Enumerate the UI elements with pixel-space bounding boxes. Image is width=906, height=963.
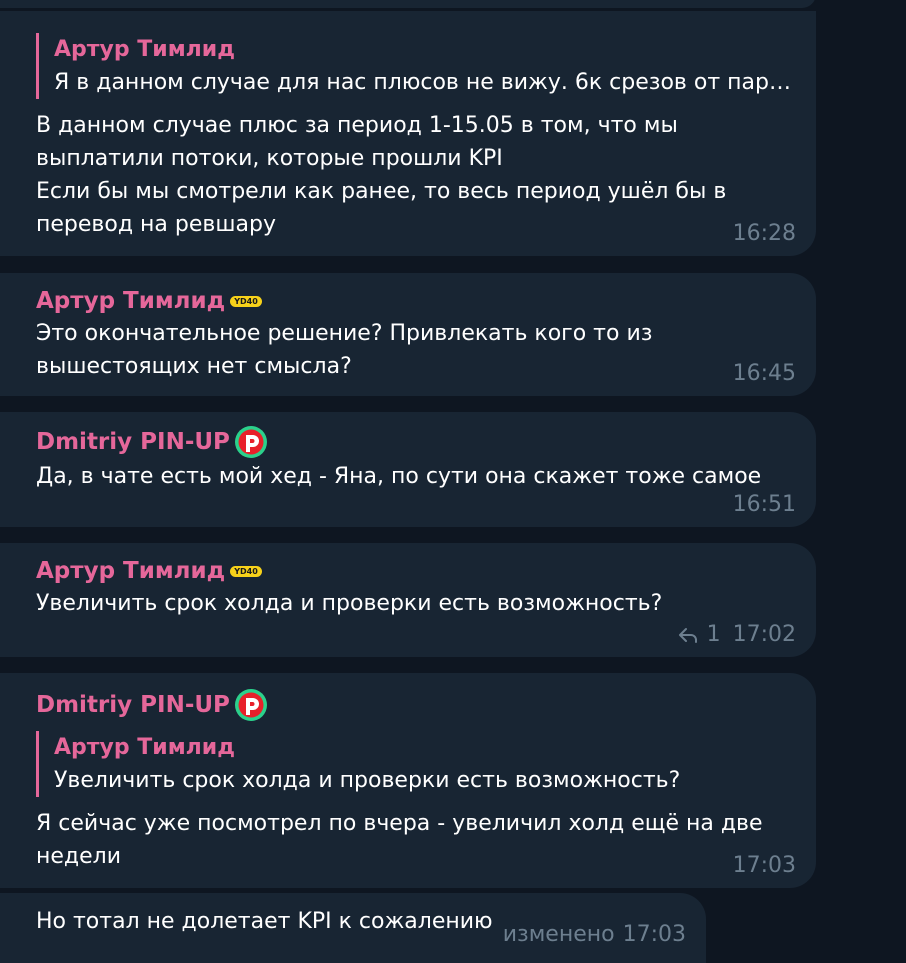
sender-name[interactable]: Dmitriy PIN-UP — [36, 689, 230, 721]
pin-up-logo-icon — [234, 689, 267, 721]
message-time: 16:45 — [732, 361, 796, 386]
message-time: 16:51 — [732, 492, 796, 517]
message-meta: 16:45 — [733, 360, 796, 388]
sender-row: Артур Тимлид YD40 — [36, 555, 796, 587]
message-bubble[interactable]: Артур Тимлид Я в данном случае для нас п… — [0, 11, 816, 256]
message-bubble[interactable]: Артур Тимлид YD40 Увеличить срок холда и… — [0, 543, 816, 657]
message-bubble-previous[interactable] — [0, 0, 816, 8]
message-meta: 16:28 — [733, 220, 796, 248]
pin-up-logo-icon — [234, 426, 267, 458]
sender-row: Артур Тимлид YD40 — [36, 285, 796, 317]
sender-name[interactable]: Артур Тимлид — [36, 285, 225, 317]
message-bubble[interactable]: Но тотал не долетает KPI к сожалению изм… — [0, 893, 706, 963]
replies-counter[interactable]: 1 — [677, 621, 721, 649]
sender-name[interactable]: Dmitriy PIN-UP — [36, 426, 230, 458]
yd-badge-icon: YD40 — [230, 565, 262, 577]
message-time: 17:03 — [732, 853, 796, 878]
sender-row: Dmitriy PIN-UP — [36, 424, 796, 460]
reply-preview-text: Увеличить срок холда и проверки есть воз… — [54, 768, 681, 793]
message-meta: 1 17:02 — [677, 621, 796, 649]
message-meta: 16:51 — [733, 491, 796, 519]
reply-quote[interactable]: Артур Тимлид Я в данном случае для нас п… — [36, 33, 792, 99]
message-meta: 17:03 — [733, 852, 796, 880]
message-bubble[interactable]: Dmitriy PIN-UP Артур Тимлид Увеличить ср… — [0, 673, 816, 888]
message-text: Увеличить срок холда и проверки есть воз… — [36, 591, 663, 616]
sender-row: Dmitriy PIN-UP — [36, 687, 796, 723]
message-meta: изменено 17:03 — [503, 921, 686, 949]
message-text: Да, в чате есть мой хед - Яна, по сути о… — [36, 464, 762, 489]
yd-badge-icon: YD40 — [230, 295, 262, 307]
edited-label: изменено — [502, 922, 615, 947]
reply-sender-name: Артур Тимлид — [54, 735, 235, 760]
message-time: 17:03 — [622, 922, 686, 947]
message-text: В данном случае плюс за период 1-15.05 в… — [36, 113, 727, 237]
message-text: Это окончательное решение? Привлекать ко… — [36, 321, 653, 379]
message-time: 16:28 — [732, 221, 796, 246]
replies-count: 1 — [706, 622, 721, 647]
message-bubble[interactable]: Артур Тимлид YD40 Это окончательное реше… — [0, 273, 816, 396]
message-text: Я сейчас уже посмотрел по вчера - увелич… — [36, 811, 763, 869]
reply-arrow-icon — [678, 628, 697, 643]
sender-name[interactable]: Артур Тимлид — [36, 555, 225, 587]
message-bubble[interactable]: Dmitriy PIN-UP Да, в чате есть мой хед -… — [0, 412, 816, 527]
message-time: 17:02 — [732, 622, 796, 647]
reply-preview-text: Я в данном случае для нас плюсов не вижу… — [54, 70, 792, 95]
reply-quote[interactable]: Артур Тимлид Увеличить срок холда и пров… — [36, 731, 796, 797]
reply-sender-name: Артур Тимлид — [54, 37, 235, 62]
